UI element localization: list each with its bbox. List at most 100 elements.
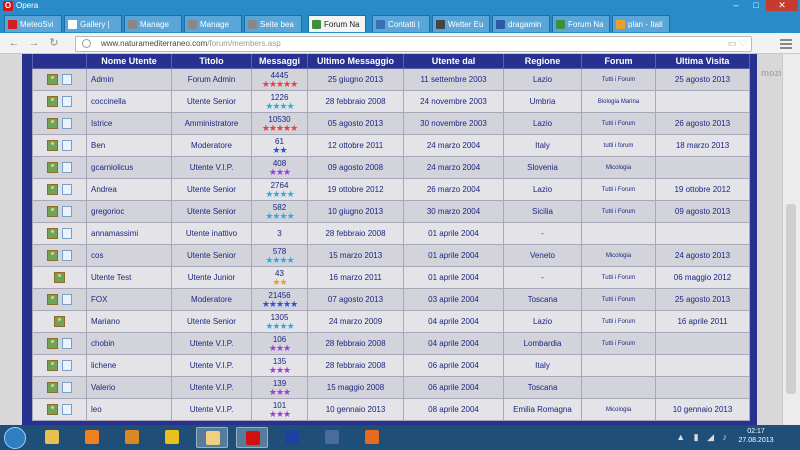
homepage-icon[interactable] (62, 206, 72, 217)
profile-icon[interactable] (47, 250, 58, 261)
member-forum (581, 222, 656, 245)
profile-icon[interactable] (47, 206, 58, 217)
speed-dial-heart-icon[interactable]: ▭ ♡ (728, 38, 747, 49)
member-name-link[interactable]: Mariano (86, 310, 172, 333)
taskbar-item[interactable] (76, 427, 108, 448)
vertical-scrollbar[interactable] (782, 54, 800, 425)
profile-icon[interactable] (47, 338, 58, 349)
last-visit: 10 gennaio 2013 (655, 398, 750, 421)
member-name-link[interactable]: Istrice (86, 112, 172, 135)
profile-icon[interactable] (47, 228, 58, 239)
rank-stars-icon: ★★★★★ (261, 122, 298, 133)
member-name-link[interactable]: annamassimi (86, 222, 172, 245)
column-header[interactable]: Ultima Visita (655, 54, 750, 69)
forward-arrow-icon[interactable]: → (28, 37, 40, 49)
profile-icon[interactable] (47, 294, 58, 305)
column-header[interactable]: Titolo (171, 54, 252, 69)
column-header[interactable]: Forum (581, 54, 656, 69)
taskbar-item[interactable] (156, 427, 188, 448)
profile-icon[interactable] (47, 360, 58, 371)
member-name-link[interactable]: Ben (86, 134, 172, 157)
tab-11[interactable]: plan - Itali (612, 15, 670, 32)
column-header[interactable]: Ultimo Messaggio (307, 54, 404, 69)
tab-favicon-icon (188, 20, 197, 29)
folder-icon (45, 430, 59, 444)
profile-icon[interactable] (47, 96, 58, 107)
homepage-icon[interactable] (62, 250, 72, 261)
tab-label: Manage (140, 20, 169, 29)
taskbar-item[interactable] (316, 427, 348, 448)
profile-icon[interactable] (47, 118, 58, 129)
tab-1[interactable]: MeteoSvi (4, 15, 62, 32)
taskbar-item[interactable] (236, 427, 268, 448)
profile-icon[interactable] (54, 316, 65, 327)
taskbar-item[interactable] (276, 427, 308, 448)
member-name-link[interactable]: chobin (86, 332, 172, 355)
start-button-icon[interactable] (4, 427, 26, 449)
homepage-icon[interactable] (62, 118, 72, 129)
member-name-link[interactable]: FOX (86, 288, 172, 311)
member-name-link[interactable]: lichene (86, 354, 172, 377)
minimize-button[interactable]: – (726, 0, 746, 11)
tab-3[interactable]: Manage (124, 15, 182, 32)
profile-icon[interactable] (47, 162, 58, 173)
tab-6[interactable]: Forum Na (308, 15, 366, 32)
tray-icons[interactable]: ▲ ▮ ◢ ♪ (676, 432, 730, 443)
maximize-button[interactable]: □ (746, 0, 766, 11)
reload-icon[interactable]: ↻ (48, 37, 60, 49)
profile-icon[interactable] (47, 404, 58, 415)
tab-10[interactable]: Forum Na (552, 15, 610, 32)
homepage-icon[interactable] (62, 228, 72, 239)
profile-icon[interactable] (47, 184, 58, 195)
homepage-icon[interactable] (62, 382, 72, 393)
back-arrow-icon[interactable]: ← (8, 37, 20, 49)
member-name-link[interactable]: gcarniolicus (86, 156, 172, 179)
column-header[interactable]: Messaggi (251, 54, 308, 69)
taskbar-item[interactable] (196, 427, 228, 448)
opera-logo-icon[interactable]: O (3, 1, 13, 11)
profile-icon[interactable] (47, 140, 58, 151)
profile-icon[interactable] (47, 382, 58, 393)
member-name-link[interactable]: cos (86, 244, 172, 267)
column-header[interactable]: Nome Utente (86, 54, 172, 69)
homepage-icon[interactable] (62, 294, 72, 305)
url-field[interactable]: www.naturamediterraneo.com/forum/members… (75, 36, 752, 52)
homepage-icon[interactable] (62, 184, 72, 195)
homepage-icon[interactable] (62, 360, 72, 371)
tab-5[interactable]: Seite bea (244, 15, 302, 32)
homepage-icon[interactable] (62, 162, 72, 173)
tab-9[interactable]: dragamin (492, 15, 550, 32)
member-name-link[interactable]: Utente Test (86, 266, 172, 289)
member-name-link[interactable]: Valerio (86, 376, 172, 399)
member-name-link[interactable]: Andrea (86, 178, 172, 201)
tab-8[interactable]: Wetter Eu (432, 15, 490, 32)
member-name-link[interactable]: Admin (86, 68, 172, 91)
profile-icon[interactable] (54, 272, 65, 283)
column-header[interactable]: Utente dal (403, 54, 504, 69)
member-name-link[interactable]: gregorioc (86, 200, 172, 223)
member-row: FOX Moderatore 21456 ★★★★★ 07 agosto 2013 03 … (32, 288, 750, 311)
member-name-link[interactable]: leo (86, 398, 172, 421)
close-button[interactable]: ✕ (766, 0, 798, 11)
member-icons (32, 68, 87, 91)
member-name-link[interactable]: coccinella (86, 90, 172, 113)
homepage-icon[interactable] (62, 96, 72, 107)
homepage-icon[interactable] (62, 338, 72, 349)
taskbar-item[interactable] (116, 427, 148, 448)
scrollbar-thumb[interactable] (786, 204, 796, 394)
taskbar-item[interactable] (36, 427, 68, 448)
homepage-icon[interactable] (62, 140, 72, 151)
tab-4[interactable]: Manage (184, 15, 242, 32)
last-visit: 25 agosto 2013 (655, 68, 750, 91)
menu-icon[interactable] (780, 37, 792, 49)
column-header[interactable]: Regione (503, 54, 582, 69)
tab-2[interactable]: Gallery | (64, 15, 122, 32)
profile-icon[interactable] (47, 74, 58, 85)
clock[interactable]: 02:17 27.08.2013 (736, 427, 776, 445)
member-since: 01 aprile 2004 (403, 266, 504, 289)
tab-7[interactable]: Contatti | (372, 15, 430, 32)
member-row: leo Utente V.I.P. 101 ★★★ 10 gennaio 2013 08 … (32, 398, 750, 421)
homepage-icon[interactable] (62, 74, 72, 85)
homepage-icon[interactable] (62, 404, 72, 415)
taskbar-item[interactable] (356, 427, 388, 448)
